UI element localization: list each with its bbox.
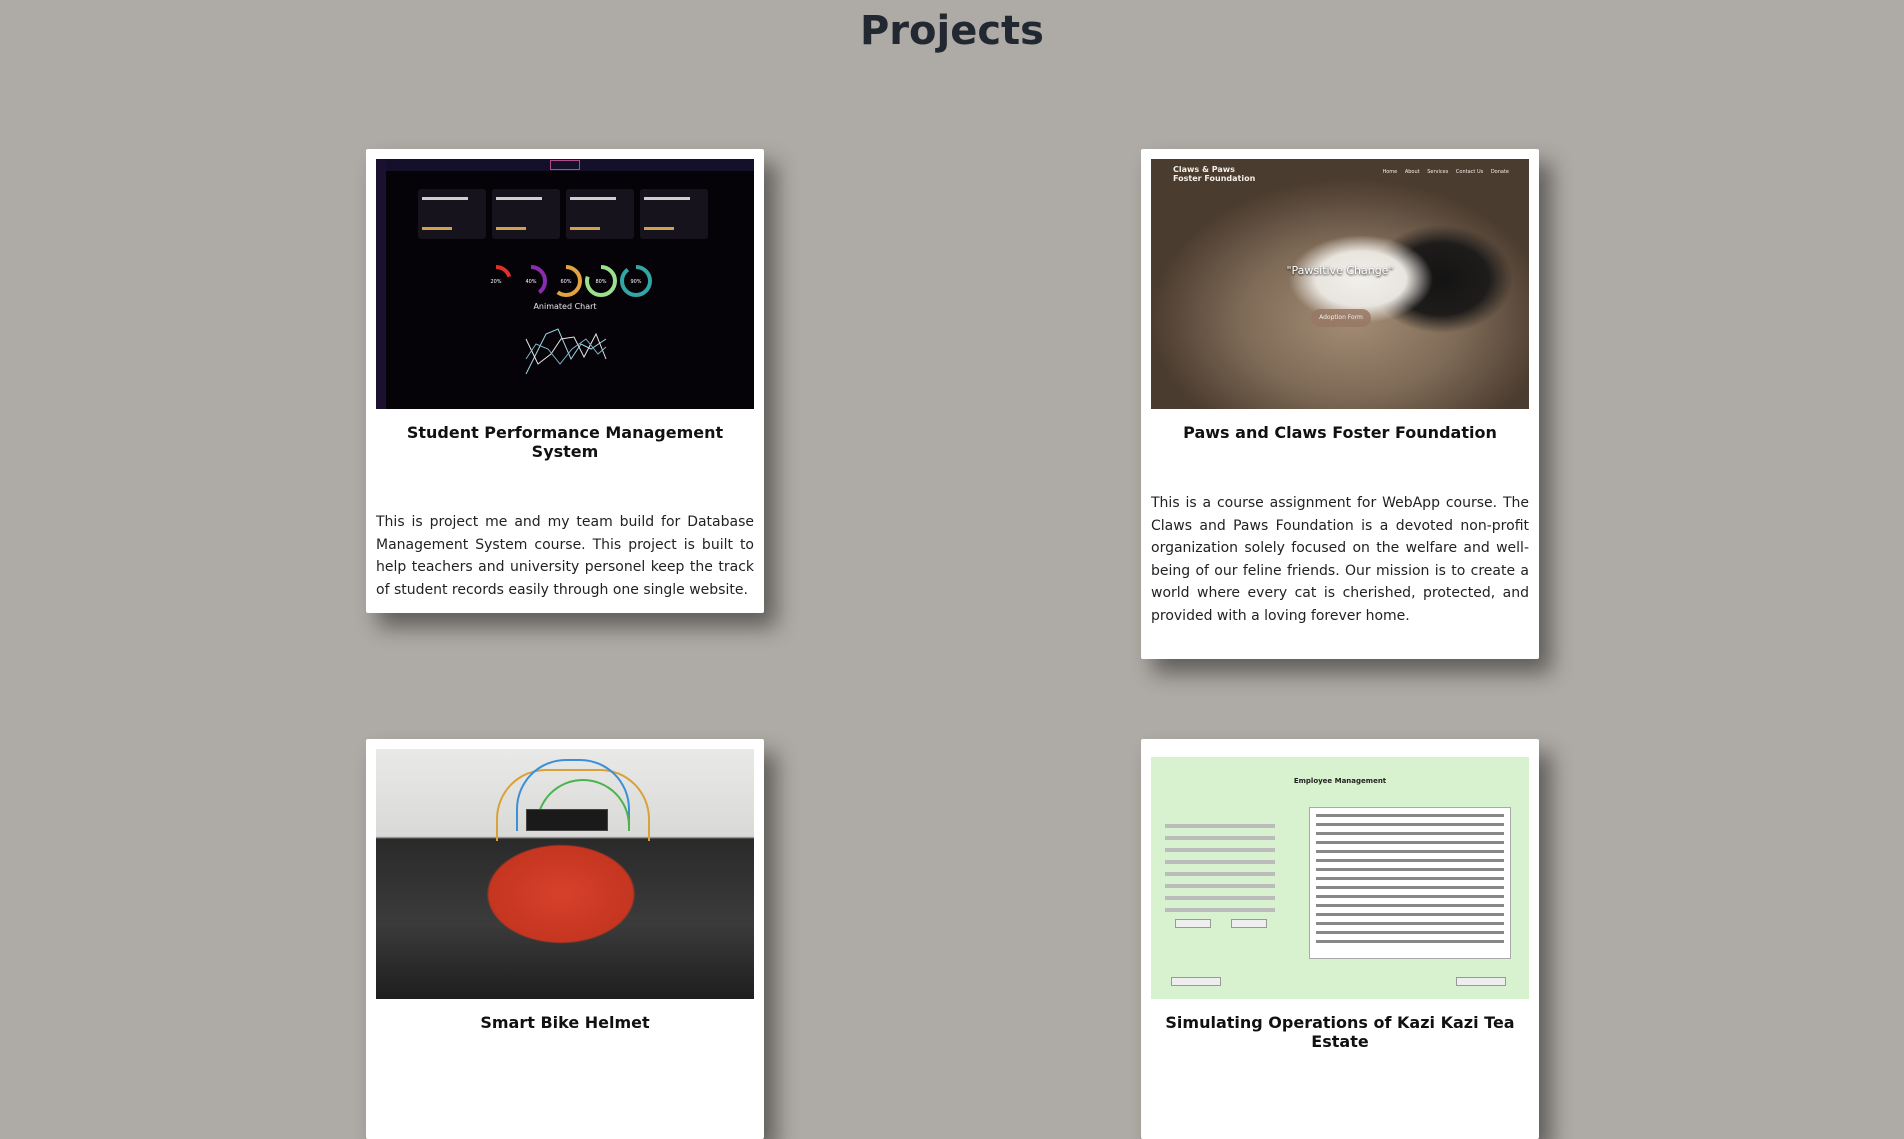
project-card-student-performance: 20% 40% 60% 80% 90% Animated Chart Student Pe… [366, 149, 764, 613]
project-description: This is project me and my team build for… [376, 514, 754, 598]
progress-ring-label: 90% [630, 279, 641, 285]
employee-list [1309, 807, 1511, 959]
project-thumbnail-cat-site[interactable]: Claws & Paws Foster Foundation Home Abou… [1151, 159, 1529, 409]
dashboard-ring-charts: 20% 40% 60% 80% 90% Animated Chart [480, 265, 652, 375]
progress-ring-label: 20% [490, 279, 501, 285]
project-description: This is a course assignment for WebApp c… [1151, 495, 1529, 624]
project-title: Paws and Claws Foster Foundation [1183, 423, 1497, 442]
project-card-paws-claws: Claws & Paws Foster Foundation Home Abou… [1141, 149, 1539, 659]
site-tagline: "Pawsitive Change" [1286, 264, 1394, 277]
chart-label: Animated Chart [533, 302, 596, 311]
page-title: Projects [859, 8, 1044, 54]
adoption-form-button: Adoption Form [1311, 309, 1371, 327]
window-titlebar [1151, 749, 1529, 757]
project-card-tea-estate: Employee Management Simulating Operation… [1141, 739, 1539, 1139]
line-chart-series [525, 338, 607, 365]
progress-ring-label: 80% [595, 279, 606, 285]
project-title: Simulating Operations of Kazi Kazi Tea E… [1165, 1013, 1515, 1051]
project-thumbnail-helmet[interactable] [376, 749, 754, 999]
site-brand: Claws & Paws Foster Foundation [1173, 165, 1256, 183]
site-nav: Home About Services Contact Us Donate [1382, 169, 1509, 175]
app-heading: Employee Management [1293, 777, 1387, 785]
employee-form [1165, 824, 1275, 914]
progress-ring-label: 40% [525, 279, 536, 285]
project-title: Smart Bike Helmet [480, 1013, 650, 1032]
project-thumbnail-employee-app[interactable]: Employee Management [1151, 749, 1529, 999]
project-thumbnail-dashboard[interactable]: 20% 40% 60% 80% 90% Animated Chart [376, 159, 754, 409]
line-chart-series [525, 328, 607, 375]
circuit-board [526, 809, 608, 831]
progress-ring-label: 60% [560, 279, 571, 285]
project-card-smart-helmet: Smart Bike Helmet [366, 739, 764, 1139]
project-title: Student Performance Management System [406, 423, 724, 461]
